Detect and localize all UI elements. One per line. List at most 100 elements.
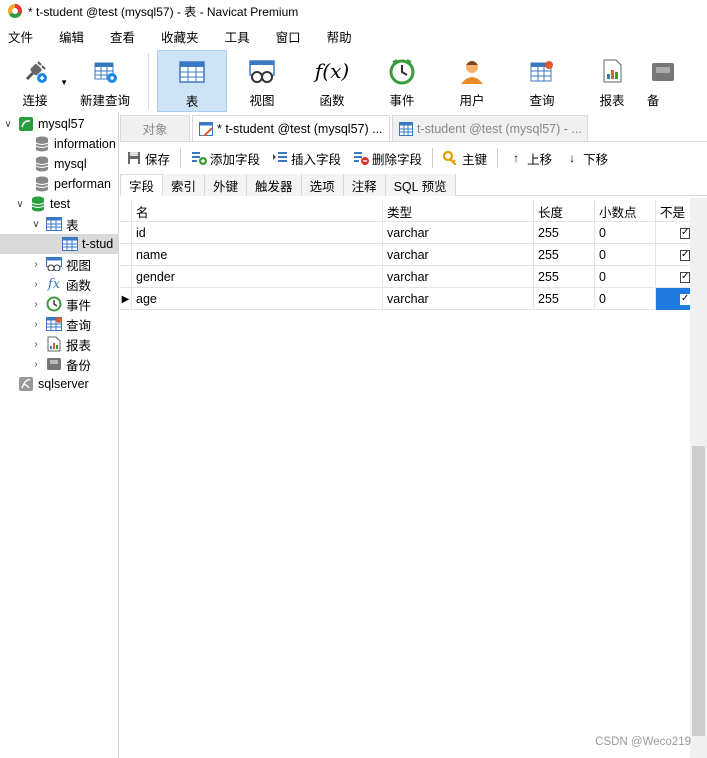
field-name-cell[interactable]: gender [132,266,383,288]
tree-item-mysql[interactable]: mysql [18,154,87,174]
clock-icon [46,296,62,312]
toolbar-separator [148,53,149,109]
tree-item-test[interactable]: ∨ test [14,194,70,214]
expand-icon[interactable]: › [30,279,42,290]
field-name-cell[interactable]: name [132,244,383,266]
report-icon [46,336,62,352]
column-header-length[interactable]: 长度 [534,200,595,222]
field-decimals-cell[interactable]: 0 [595,222,656,244]
field-type-cell[interactable]: varchar [383,244,534,266]
primary-key-button[interactable]: 主键 [437,146,493,170]
tab-indexes[interactable]: 索引 [163,174,206,196]
collapse-icon[interactable]: ∨ [2,119,14,130]
tab-table-design[interactable]: * t-student @test (mysql57) ... [192,115,390,141]
table-button[interactable]: 表 [157,50,227,112]
field-decimals-cell[interactable]: 0 [595,288,656,310]
plug-icon [20,56,50,86]
connect-dropdown-icon[interactable]: ▼ [60,78,68,87]
tree-item-sqlserver[interactable]: sqlserver [2,374,89,394]
tab-foreign-keys[interactable]: 外键 [205,174,248,196]
query-button[interactable]: 查询 [507,50,577,112]
expand-icon[interactable]: › [30,319,42,330]
tab-triggers[interactable]: 触发器 [247,174,302,196]
user-button[interactable]: 用户 [437,50,507,112]
column-header-decimals[interactable]: 小数点 [595,200,656,222]
connect-button[interactable]: 连接 ▼ [0,50,70,112]
event-button[interactable]: 事件 [367,50,437,112]
vertical-scrollbar[interactable] [690,198,707,758]
tab-sql-preview[interactable]: SQL 预览 [385,174,456,196]
menu-favorites[interactable]: 收藏夹 [153,27,211,46]
expand-icon[interactable]: › [30,299,42,310]
table-row[interactable]: gender varchar 255 0 ✓ [120,266,690,288]
save-icon [126,150,142,166]
new-query-button[interactable]: 新建查询 [70,50,140,112]
collapse-icon[interactable]: ∨ [14,199,26,210]
field-decimals-cell[interactable]: 0 [595,266,656,288]
title-bar: * t-student @test (mysql57) - 表 - Navica… [0,0,707,22]
tree-item-information[interactable]: information [18,134,116,154]
save-button[interactable]: 保存 [120,146,176,170]
backup-button[interactable]: 备 [647,50,677,112]
function-button[interactable]: f(x) 函数 [297,50,367,112]
expand-icon[interactable]: › [30,259,42,270]
move-up-label: 上移 [527,152,553,167]
menu-edit[interactable]: 编辑 [51,27,96,46]
field-type-cell[interactable]: varchar [383,288,534,310]
move-up-button[interactable]: ↑ 上移 [502,146,558,170]
insert-field-button[interactable]: 插入字段 [266,146,347,170]
menu-file[interactable]: 文件 [0,27,45,46]
expand-icon[interactable]: › [30,339,42,350]
field-length-cell[interactable]: 255 [534,244,595,266]
table-row[interactable]: ▶ age varchar 255 0 ✓ [120,288,690,310]
tree-item-reports[interactable]: › 报表 [30,334,91,354]
menu-view[interactable]: 查看 [102,27,147,46]
scrollbar-thumb[interactable] [692,446,705,736]
tree-item-mysql57[interactable]: ∨ mysql57 [2,114,85,134]
tree-item-functions[interactable]: › fx 函数 [30,274,91,294]
menu-tools[interactable]: 工具 [217,27,262,46]
add-field-icon [191,150,208,166]
tab-objects[interactable]: 对象 [120,115,190,141]
move-down-button[interactable]: ↓ 下移 [558,146,614,170]
table-row[interactable]: id varchar 255 0 ✓ [120,222,690,244]
not-null-checkbox[interactable]: ✓ [680,293,690,305]
column-header-name[interactable]: 名 [132,200,383,222]
menu-help[interactable]: 帮助 [319,27,364,46]
not-null-checkbox[interactable]: ✓ [680,227,690,239]
tree-item-views[interactable]: › 视图 [30,254,91,274]
table-row[interactable]: name varchar 255 0 ✓ [120,244,690,266]
expand-icon[interactable]: › [30,359,42,370]
column-header-type[interactable]: 类型 [383,200,534,222]
tab-options[interactable]: 选项 [301,174,344,196]
field-type-cell[interactable]: varchar [383,266,534,288]
view-button[interactable]: 视图 [227,50,297,112]
tree-item-t-student[interactable]: t-stud [0,234,118,254]
field-length-cell[interactable]: 255 [534,222,595,244]
tab-comments[interactable]: 注释 [343,174,386,196]
delete-field-label: 删除字段 [372,152,423,167]
field-type-cell[interactable]: varchar [383,222,534,244]
not-null-checkbox[interactable]: ✓ [680,271,690,283]
add-field-button[interactable]: 添加字段 [185,146,266,170]
menu-bar: 文件 编辑 查看 收藏夹 工具 窗口 帮助 [0,24,707,48]
collapse-icon[interactable]: ∨ [30,219,42,230]
tree-item-queries[interactable]: › 查询 [30,314,91,334]
column-header-not-null[interactable]: 不是 [656,200,690,222]
tree-item-backups[interactable]: › 备份 [30,354,91,374]
field-name-cell[interactable]: id [132,222,383,244]
report-button[interactable]: 报表 [577,50,647,112]
tree-item-events[interactable]: › 事件 [30,294,91,314]
tree-item-performance[interactable]: performan [18,174,111,194]
insert-field-label: 插入字段 [291,152,342,167]
field-length-cell[interactable]: 255 [534,266,595,288]
tree-item-tables[interactable]: ∨ 表 [30,214,79,234]
field-decimals-cell[interactable]: 0 [595,244,656,266]
delete-field-button[interactable]: 删除字段 [347,146,428,170]
field-length-cell[interactable]: 255 [534,288,595,310]
tab-table-data[interactable]: t-student @test (mysql57) - ... [392,115,588,141]
field-name-cell[interactable]: age [132,288,383,310]
tab-fields[interactable]: 字段 [120,174,164,196]
menu-window[interactable]: 窗口 [268,27,313,46]
not-null-checkbox[interactable]: ✓ [680,249,690,261]
